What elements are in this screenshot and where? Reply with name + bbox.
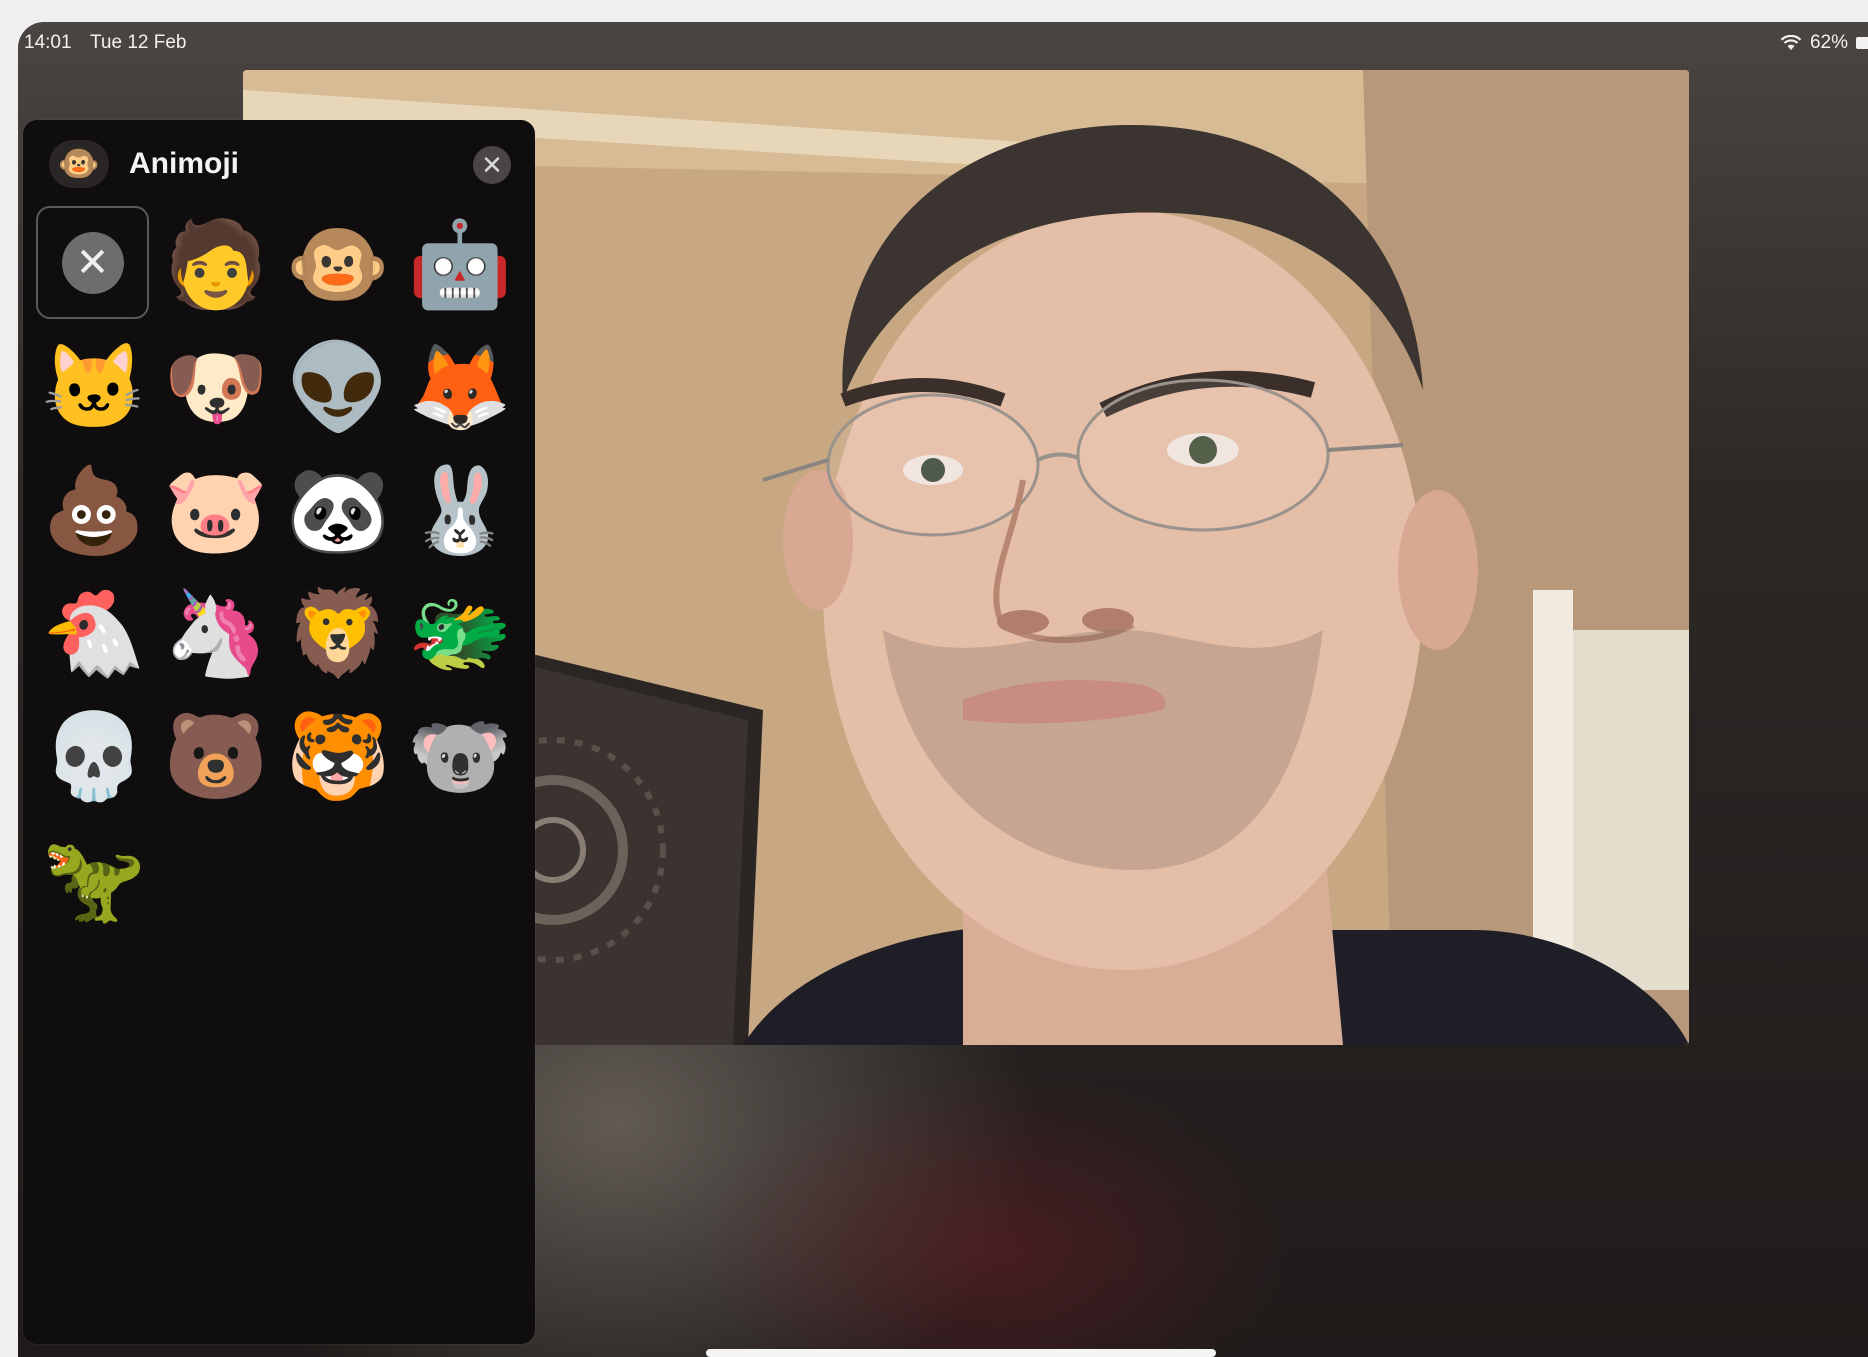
close-icon: ✕ bbox=[481, 150, 503, 180]
animoji-fox[interactable]: 🦊 bbox=[399, 325, 521, 448]
animoji-alien[interactable]: 👽 bbox=[277, 325, 399, 448]
animoji-memoji[interactable]: 🧑 bbox=[155, 202, 277, 325]
home-indicator[interactable] bbox=[706, 1349, 1216, 1357]
none-icon: ✕ bbox=[61, 231, 124, 294]
animoji-grid: ✕ 🧑 🐵 🤖 🐱 🐶 👽 🦊 💩 🐷 🐼 🐰 🐔 🦄 🦁 🐲 💀 🐻 🐯 🐨 … bbox=[33, 202, 525, 940]
animoji-unicorn[interactable]: 🦄 bbox=[155, 571, 277, 694]
animoji-rabbit[interactable]: 🐰 bbox=[399, 448, 521, 571]
wifi-icon bbox=[1780, 35, 1802, 50]
animoji-panel: 🐵 Animoji ✕ ✕ 🧑 🐵 🤖 🐱 🐶 👽 🦊 💩 🐷 🐼 � bbox=[23, 120, 535, 1344]
animoji-app-icon: 🐵 bbox=[49, 140, 109, 188]
battery-percentage: 62% bbox=[1809, 32, 1848, 53]
status-date: Tue 12 Feb bbox=[90, 32, 187, 53]
status-time: 14:01 bbox=[24, 32, 72, 53]
panel-title: Animoji bbox=[129, 147, 239, 180]
animoji-t-rex[interactable]: 🦖 bbox=[33, 817, 155, 940]
animoji-monkey[interactable]: 🐵 bbox=[277, 202, 399, 325]
device-screen: 14:01 Tue 12 Feb 62% 🐵 Animoji ✕ ✕ 🧑 🐵 🤖… bbox=[18, 22, 1868, 1357]
animoji-chicken[interactable]: 🐔 bbox=[33, 571, 155, 694]
battery-icon bbox=[1856, 37, 1868, 49]
close-button[interactable]: ✕ bbox=[473, 146, 511, 184]
status-right: 62% bbox=[1780, 32, 1868, 54]
animoji-koala[interactable]: 🐨 bbox=[399, 694, 521, 817]
panel-header: 🐵 Animoji ✕ bbox=[23, 120, 535, 204]
status-bar: 14:01 Tue 12 Feb 62% bbox=[18, 22, 1868, 62]
animoji-robot[interactable]: 🤖 bbox=[399, 202, 521, 325]
animoji-bear[interactable]: 🐻 bbox=[155, 694, 277, 817]
animoji-tiger[interactable]: 🐯 bbox=[277, 694, 399, 817]
animoji-dog[interactable]: 🐶 bbox=[155, 325, 277, 448]
animoji-skull[interactable]: 💀 bbox=[33, 694, 155, 817]
none-icon-glyph: ✕ bbox=[75, 240, 110, 285]
animoji-dragon[interactable]: 🐲 bbox=[399, 571, 521, 694]
animoji-lion[interactable]: 🦁 bbox=[277, 571, 399, 694]
animoji-poo[interactable]: 💩 bbox=[33, 448, 155, 571]
monkey-icon: 🐵 bbox=[57, 145, 101, 183]
animoji-cat[interactable]: 🐱 bbox=[33, 325, 155, 448]
animoji-pig[interactable]: 🐷 bbox=[155, 448, 277, 571]
animoji-none-option[interactable]: ✕ bbox=[36, 206, 149, 319]
animoji-panda[interactable]: 🐼 bbox=[277, 448, 399, 571]
